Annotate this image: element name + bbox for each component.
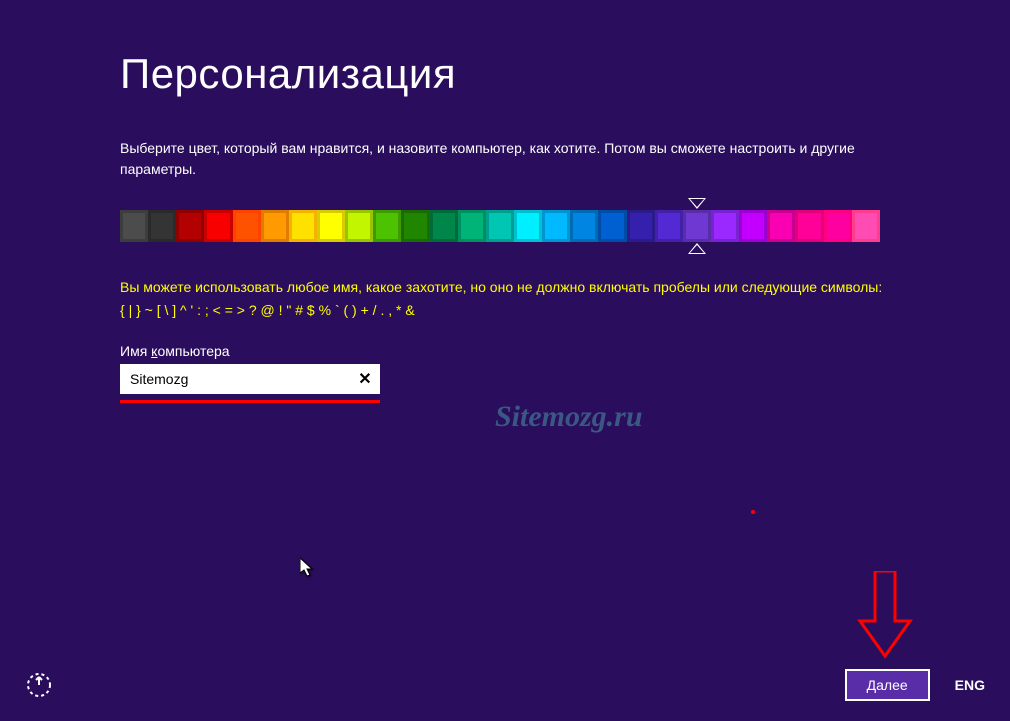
color-picker (120, 210, 890, 242)
pc-name-label: Имя компьютера (120, 343, 890, 359)
color-swatch[interactable] (373, 210, 401, 242)
color-swatch[interactable] (711, 210, 739, 242)
color-swatch[interactable] (486, 210, 514, 242)
color-swatch[interactable] (739, 210, 767, 242)
color-swatch[interactable] (514, 210, 542, 242)
color-swatch[interactable] (148, 210, 176, 242)
color-swatch[interactable] (852, 210, 880, 242)
color-swatch[interactable] (570, 210, 598, 242)
watermark-text: Sitemozg.ru (495, 400, 643, 434)
ease-of-access-icon[interactable] (25, 671, 53, 699)
color-swatch[interactable] (598, 210, 626, 242)
color-swatch[interactable] (458, 210, 486, 242)
annotation-dot (751, 510, 755, 514)
color-swatch[interactable] (204, 210, 232, 242)
color-swatch[interactable] (345, 210, 373, 242)
color-swatch[interactable] (317, 210, 345, 242)
color-swatch[interactable] (683, 210, 711, 242)
color-swatch[interactable] (176, 210, 204, 242)
validation-message: Вы можете использовать любое имя, какое … (120, 277, 890, 298)
color-swatch[interactable] (627, 210, 655, 242)
color-swatch[interactable] (233, 210, 261, 242)
pc-name-input[interactable] (120, 364, 380, 394)
color-swatch[interactable] (430, 210, 458, 242)
validation-chars: { | } ~ [ \ ] ^ ' : ; < = > ? @ ! " # $ … (120, 302, 890, 318)
color-swatch[interactable] (401, 210, 429, 242)
color-swatch[interactable] (795, 210, 823, 242)
clear-input-button[interactable]: ✕ (353, 367, 377, 391)
color-swatch[interactable] (261, 210, 289, 242)
language-indicator[interactable]: ENG (955, 677, 985, 693)
next-button[interactable]: Далее (845, 669, 930, 701)
page-title: Персонализация (120, 50, 890, 98)
color-swatch[interactable] (767, 210, 795, 242)
color-swatch[interactable] (542, 210, 570, 242)
description-text: Выберите цвет, который вам нравится, и н… (120, 138, 890, 180)
color-swatch[interactable] (824, 210, 852, 242)
color-swatch[interactable] (120, 210, 148, 242)
mouse-cursor-icon (300, 558, 316, 583)
color-swatch[interactable] (655, 210, 683, 242)
annotation-underline (120, 400, 380, 403)
annotation-arrow-icon (855, 571, 915, 666)
color-swatch[interactable] (289, 210, 317, 242)
